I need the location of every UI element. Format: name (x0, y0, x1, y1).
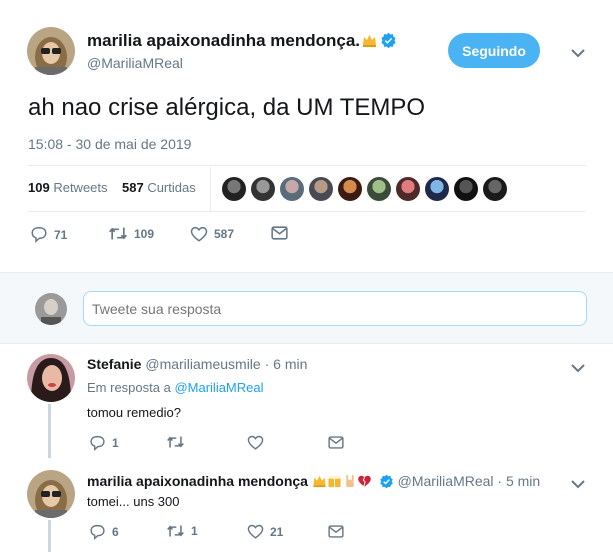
liker-avatars (222, 177, 512, 201)
stats-divider (210, 167, 211, 211)
reply-header: marilia apaixonadinha mendonça @MariliaM… (87, 473, 540, 492)
retweet-action[interactable] (166, 435, 191, 449)
verified-icon (380, 32, 397, 54)
in-reply-to: Em resposta a @MariliaMReal (87, 380, 264, 395)
heart-icon (190, 226, 208, 242)
liker-avatar[interactable] (280, 177, 304, 201)
liker-avatar[interactable] (425, 177, 449, 201)
rock-hand-icon (343, 474, 357, 491)
tweet-stats: 109 Retweets 587 Curtidas (28, 180, 196, 195)
reply-avatar[interactable] (27, 354, 75, 402)
reply-author-handle[interactable]: @mariliameusmile (145, 356, 260, 372)
heart-icon (247, 524, 264, 539)
direct-message-action[interactable] (328, 525, 344, 538)
reply-icon (31, 226, 47, 243)
liker-avatar[interactable] (367, 177, 391, 201)
reply-action[interactable]: 71 (30, 226, 67, 243)
author-name-text[interactable]: marilia apaixonadinha mendonça. (87, 31, 360, 50)
reply-action[interactable]: 1 (89, 435, 119, 451)
direct-message-action[interactable] (271, 226, 288, 240)
reply-text: tomou remedio? (87, 405, 181, 420)
in-reply-to-link[interactable]: @MariliaMReal (174, 380, 263, 395)
crown-icon (362, 33, 377, 53)
message-icon (271, 226, 288, 240)
chevron-down-icon[interactable] (571, 360, 585, 378)
direct-message-action[interactable] (328, 436, 344, 449)
chevron-down-icon[interactable] (571, 476, 585, 494)
retweet-action[interactable]: 109 (108, 226, 154, 241)
author-avatar[interactable] (27, 27, 75, 75)
retweet-icon (167, 436, 184, 448)
retweet-action[interactable]: 1 (166, 524, 198, 538)
divider (28, 211, 586, 212)
chevron-down-icon[interactable] (571, 45, 585, 63)
reply-author-name[interactable]: Stefanie (87, 356, 141, 372)
reply-time[interactable]: · 6 min (265, 356, 308, 372)
heart-icon (247, 435, 264, 450)
beer-icon (327, 474, 343, 491)
like-action[interactable] (247, 435, 270, 450)
retweets-stat[interactable]: 109 Retweets (28, 180, 108, 195)
liker-avatar[interactable] (483, 177, 507, 201)
divider (28, 165, 586, 166)
retweet-icon (167, 525, 184, 537)
broken-heart-icon (357, 474, 372, 491)
reply-time[interactable]: · 5 min (497, 473, 540, 489)
like-action[interactable]: 21 (247, 524, 283, 539)
likes-stat[interactable]: 587 Curtidas (122, 180, 196, 195)
verified-icon (379, 474, 394, 492)
reply-header: Stefanie @mariliameusmile · 6 min (87, 356, 307, 372)
thread-line (48, 404, 51, 458)
like-action[interactable]: 587 (190, 226, 234, 242)
reply-composer (0, 272, 613, 344)
crown-icon (312, 474, 327, 491)
reply-text: tomei... uns 300 (87, 494, 180, 509)
tweet-text: ah nao crise alérgica, da UM TEMPO (28, 94, 426, 121)
reply-icon (90, 524, 105, 540)
liker-avatar[interactable] (338, 177, 362, 201)
author-handle[interactable]: @MariliaMReal (87, 55, 183, 71)
liker-avatar[interactable] (396, 177, 420, 201)
thread-line (48, 520, 51, 552)
liker-avatar[interactable] (309, 177, 333, 201)
message-icon (328, 436, 344, 449)
reply-avatar[interactable] (27, 470, 75, 518)
following-button[interactable]: Seguindo (448, 33, 540, 68)
message-icon (328, 525, 344, 538)
liker-avatar[interactable] (454, 177, 478, 201)
reply-author-name[interactable]: marilia apaixonadinha mendonça (87, 473, 308, 489)
tweet-timestamp[interactable]: 15:08 - 30 de mai de 2019 (28, 136, 191, 152)
liker-avatar[interactable] (251, 177, 275, 201)
retweet-icon (109, 227, 127, 240)
reply-input[interactable] (83, 291, 587, 326)
liker-avatar[interactable] (222, 177, 246, 201)
reply-icon (90, 435, 105, 451)
reply-author-handle[interactable]: @MariliaMReal (398, 473, 494, 489)
reply-action[interactable]: 6 (89, 524, 119, 540)
author-name[interactable]: marilia apaixonadinha mendonça. (87, 31, 397, 54)
current-user-avatar[interactable] (35, 293, 67, 325)
